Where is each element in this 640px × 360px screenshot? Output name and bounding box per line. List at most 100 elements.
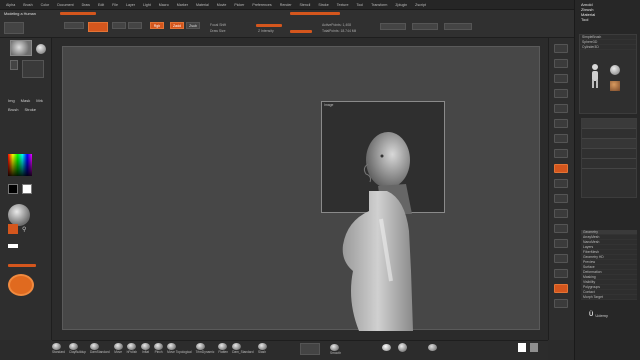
color-swatch-gray[interactable] <box>530 343 538 352</box>
menu-item[interactable]: Render <box>280 3 292 7</box>
color-swatch-white[interactable] <box>518 343 526 352</box>
subtool-item[interactable] <box>582 139 636 149</box>
spix-button[interactable] <box>554 59 568 68</box>
dynamic-button[interactable] <box>380 23 406 30</box>
tool-item[interactable]: Cylinder3D <box>580 45 636 50</box>
viewport-canvas[interactable]: Image <box>62 46 540 331</box>
brush-move[interactable]: Move <box>113 343 123 354</box>
lightbox-button[interactable] <box>4 22 24 34</box>
menu-item[interactable]: Transform <box>371 3 387 7</box>
material-preview[interactable] <box>382 344 391 351</box>
brush-standard[interactable]: Standard <box>52 343 65 354</box>
menu-item[interactable]: Preferences <box>252 3 271 7</box>
alpha-thumbnail[interactable] <box>10 60 18 70</box>
subtool-item[interactable] <box>582 129 636 139</box>
intensity-slider[interactable] <box>290 30 312 33</box>
main-color-swatch[interactable] <box>8 184 18 194</box>
secondary-color-swatch[interactable] <box>22 184 32 194</box>
color-picker[interactable] <box>8 154 32 176</box>
menu-item[interactable]: Material <box>196 3 209 7</box>
tool-thumbnail[interactable] <box>588 63 602 89</box>
frame-button[interactable] <box>554 194 568 203</box>
menu-item[interactable]: Color <box>41 3 50 7</box>
brush-damstandard[interactable]: DamStandard <box>89 343 110 354</box>
zsub-toggle[interactable]: Zsub <box>186 22 200 29</box>
light-toggle[interactable] <box>8 224 18 234</box>
draw-mode-button[interactable] <box>88 22 108 32</box>
subtool-item[interactable] <box>582 119 636 129</box>
menu-item[interactable]: Tool <box>357 3 364 7</box>
menu-item[interactable]: Alpha <box>6 3 15 7</box>
draw-mode-select[interactable] <box>444 23 472 30</box>
brush-move-topological[interactable]: Move Topological <box>167 343 192 354</box>
dynamesh-button[interactable] <box>300 343 320 355</box>
subpalette-item[interactable]: Morph Target <box>581 295 637 300</box>
transp-button[interactable] <box>554 269 568 278</box>
menu-item[interactable]: Texture <box>337 3 349 7</box>
brush-inflat[interactable]: Inflat <box>141 343 151 354</box>
local-button[interactable] <box>554 164 568 173</box>
menu-item[interactable]: Document <box>57 3 73 7</box>
menu-item[interactable]: Brush <box>23 3 32 7</box>
brush-smooth[interactable]: Smooth <box>330 344 341 355</box>
xyz-button[interactable] <box>554 179 568 188</box>
left-label[interactable]: Mrk <box>36 98 43 103</box>
rgb-toggle[interactable]: Rgb <box>150 22 164 29</box>
bpr-button[interactable] <box>554 44 568 53</box>
left-label[interactable]: Brush <box>8 107 18 112</box>
solo-button[interactable] <box>554 284 568 293</box>
brush-thumbnail[interactable] <box>10 40 32 56</box>
menu-item[interactable]: Picker <box>234 3 244 7</box>
zadd-toggle[interactable]: Zadd <box>170 22 184 29</box>
menu-item[interactable]: Edit <box>98 3 104 7</box>
left-label[interactable]: Mask <box>21 98 31 103</box>
menu-item[interactable]: Zplugin <box>395 3 407 7</box>
menu-item[interactable]: Movie <box>217 3 227 7</box>
material-thumbnail[interactable] <box>610 81 620 91</box>
gizmo-button[interactable] <box>8 274 34 296</box>
brush-pinch[interactable]: Pinch <box>154 343 164 354</box>
texture-thumbnail[interactable] <box>22 60 44 78</box>
menu-item[interactable]: Zscript <box>415 3 426 7</box>
left-label[interactable]: Stroke <box>24 107 36 112</box>
menu-item[interactable]: Stencil <box>300 3 311 7</box>
tray-title[interactable]: Tool <box>581 17 637 22</box>
menu-item[interactable]: Stroke <box>318 3 328 7</box>
stroke-thumbnail[interactable] <box>36 44 46 54</box>
menu-item[interactable]: Macro <box>159 3 169 7</box>
draw-size-slider[interactable] <box>256 24 282 27</box>
menu-item[interactable]: File <box>112 3 118 7</box>
actual-button[interactable] <box>554 104 568 113</box>
polyf-button[interactable] <box>554 254 568 263</box>
brush-hpolish[interactable]: hPolish <box>126 343 137 354</box>
scroll-button[interactable] <box>554 74 568 83</box>
move-button[interactable] <box>112 22 126 29</box>
move-view-button[interactable] <box>554 209 568 218</box>
sphere-thumbnail[interactable] <box>610 65 620 75</box>
zoom3d-button[interactable] <box>554 224 568 233</box>
orange-slider[interactable] <box>8 264 36 267</box>
xpose-button[interactable] <box>554 299 568 308</box>
alpha-preview[interactable] <box>428 344 437 351</box>
menu-item[interactable]: Layer <box>126 3 135 7</box>
persp-button[interactable] <box>554 134 568 143</box>
matcap-preview[interactable] <box>398 343 407 352</box>
aahalf-button[interactable] <box>554 119 568 128</box>
subtool-item[interactable] <box>582 159 636 169</box>
brush-trimdynamic[interactable]: TrimDynamic <box>195 343 214 354</box>
local-symmetry-button[interactable] <box>412 23 438 30</box>
left-label[interactable]: Img <box>8 98 15 103</box>
material-sphere[interactable] <box>8 204 30 226</box>
brush-flatten[interactable]: Flatten <box>218 343 228 354</box>
menu-item[interactable]: Marker <box>177 3 188 7</box>
brush-slash[interactable]: Slash <box>257 343 267 354</box>
edit-button[interactable] <box>64 22 84 29</box>
scale-button[interactable] <box>128 22 142 29</box>
brush-claybuildup[interactable]: ClayBuildup <box>68 343 86 354</box>
brush-dam-standard[interactable]: Dam_Standard <box>232 343 254 354</box>
floor-button[interactable] <box>554 149 568 158</box>
zoom-button[interactable] <box>554 89 568 98</box>
menu-item[interactable]: Draw <box>82 3 90 7</box>
lightbulb-icon[interactable]: ⚲ <box>22 226 26 233</box>
subtool-item[interactable] <box>582 149 636 159</box>
